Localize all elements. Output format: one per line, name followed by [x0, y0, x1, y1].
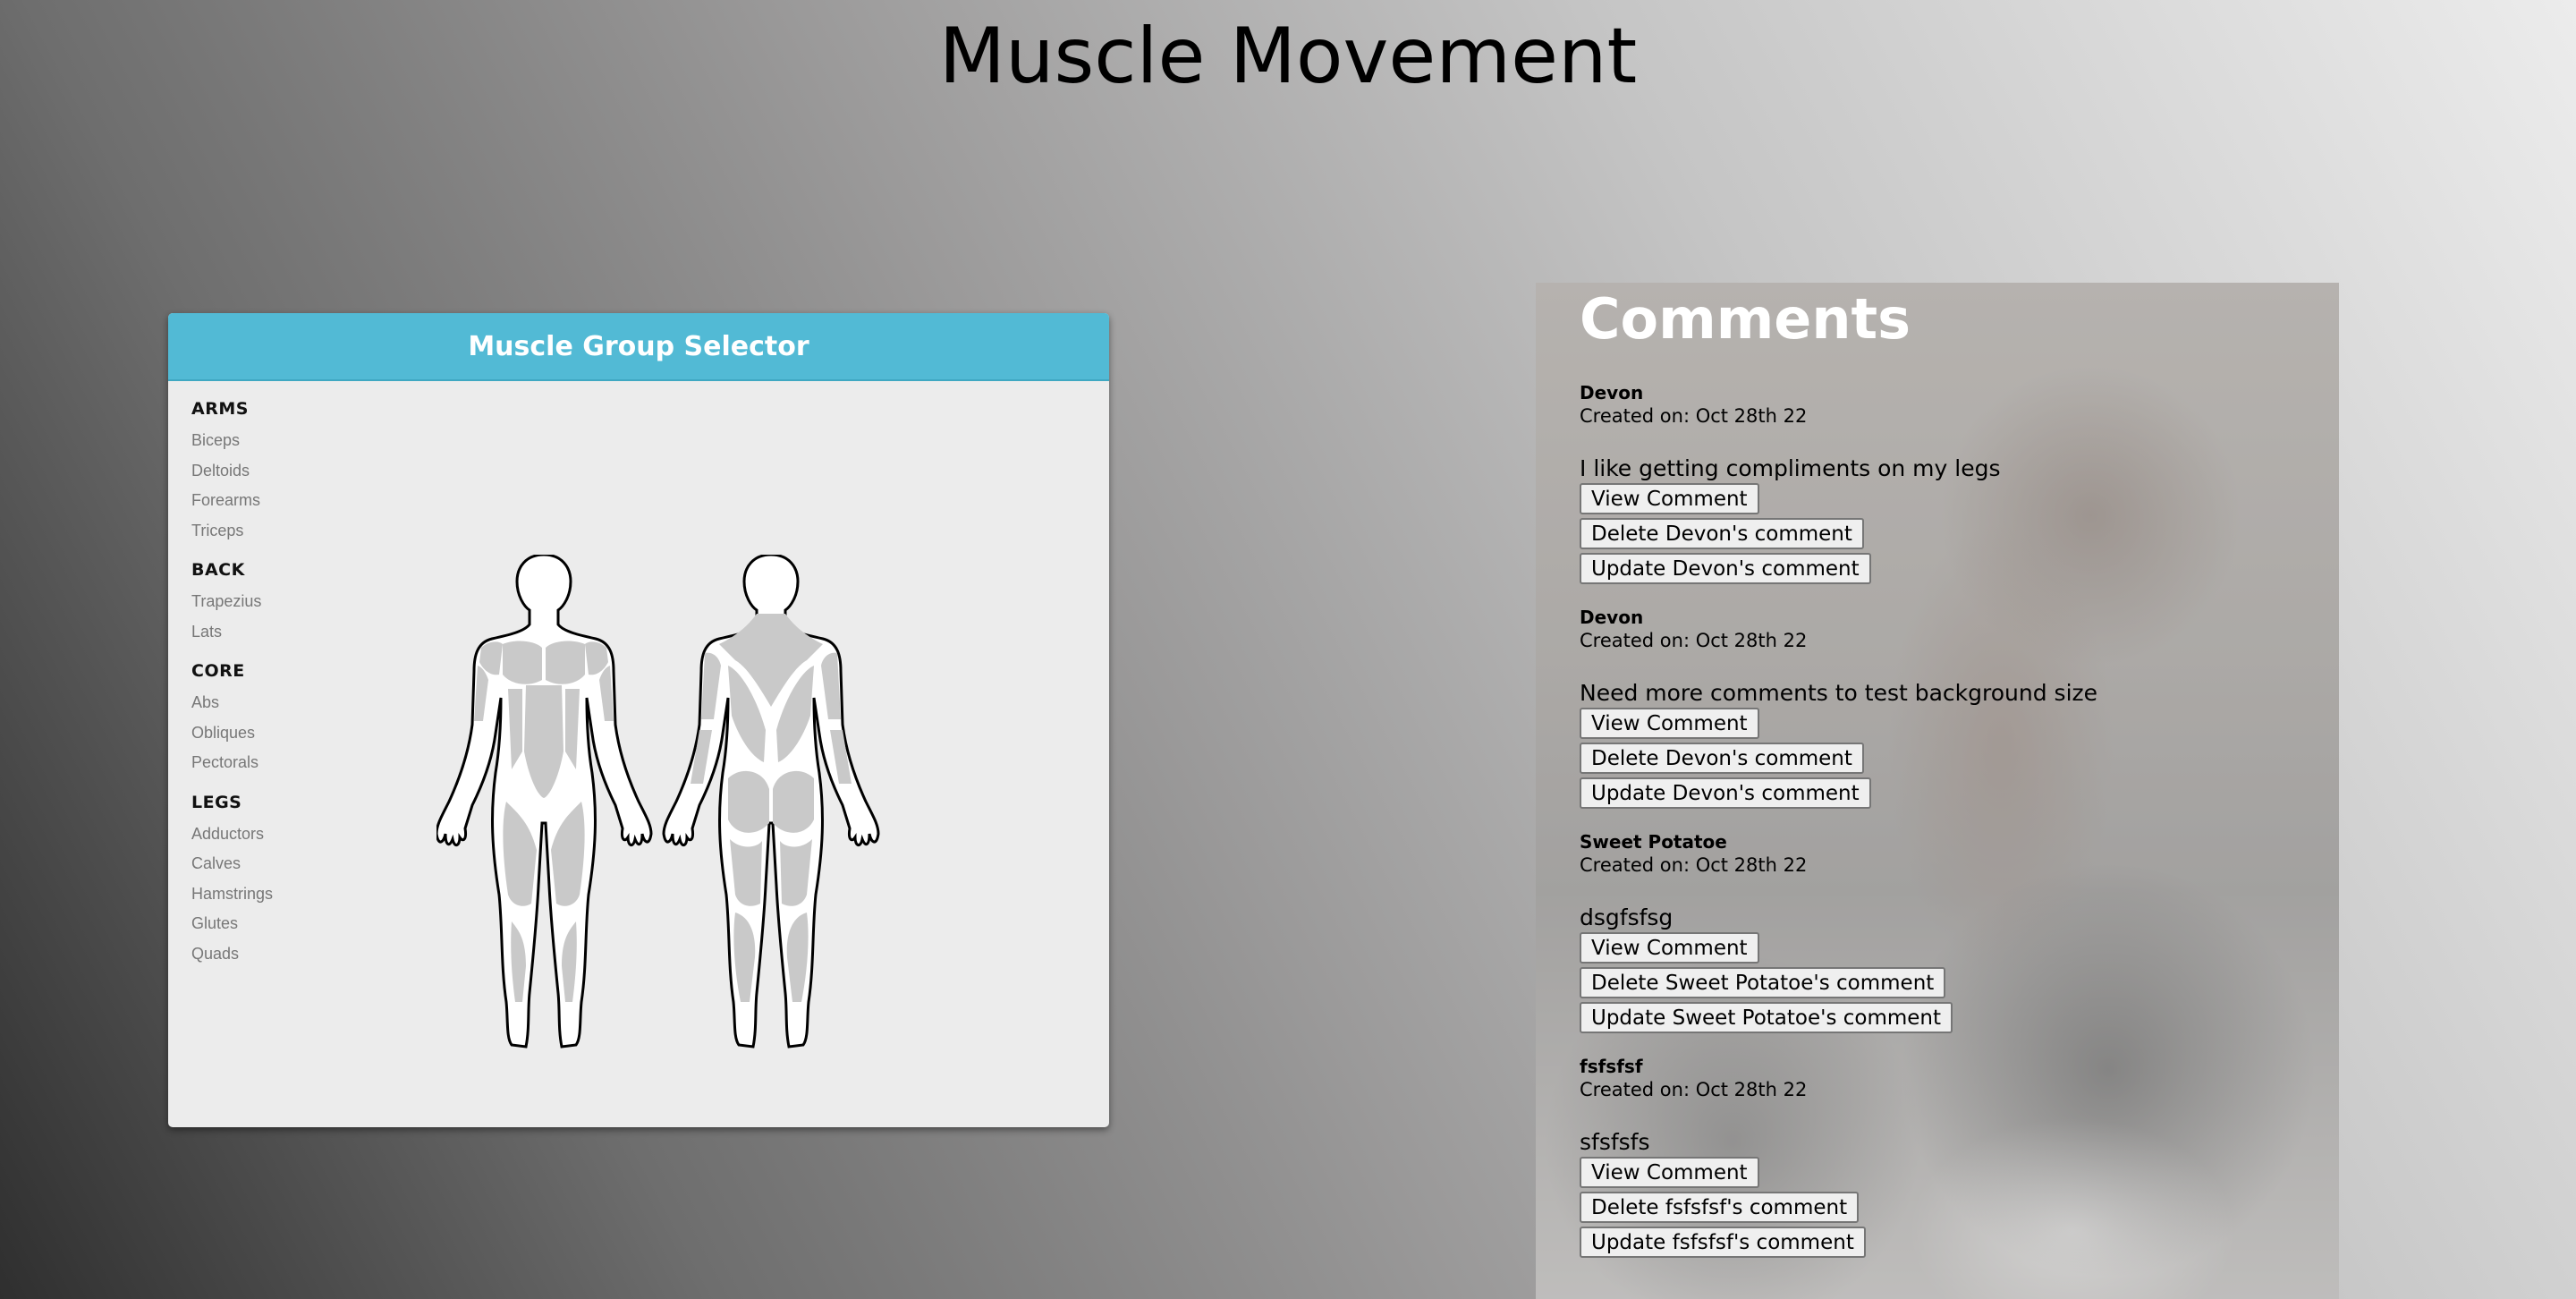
muscle-item-forearms[interactable]: Forearms [191, 486, 273, 516]
update-comment-button[interactable]: Update Sweet Potatoe's comment [1580, 1002, 1953, 1033]
comment-item: Devon Created on: Oct 28th 22 Need more … [1580, 606, 2339, 809]
back-hamstrings-shape [730, 839, 812, 906]
view-comment-button[interactable]: View Comment [1580, 483, 1759, 514]
muscle-item-triceps[interactable]: Triceps [191, 516, 273, 547]
comment-text: dsgfsfsg [1580, 904, 1674, 930]
comment-author: Devon [1580, 607, 1644, 628]
delete-comment-button[interactable]: Delete Sweet Potatoe's comment [1580, 967, 1946, 998]
update-comment-button[interactable]: Update fsfsfsf's comment [1580, 1227, 1866, 1258]
delete-comment-button[interactable]: Delete fsfsfsf's comment [1580, 1192, 1860, 1223]
selector-title: Muscle Group Selector [168, 313, 1109, 381]
view-comment-button[interactable]: View Comment [1580, 708, 1759, 739]
muscle-group-list: ARMS Biceps Deltoids Forearms Triceps BA… [191, 399, 273, 983]
page-title: Muscle Movement [938, 12, 1638, 101]
comment-date: Created on: Oct 28th 22 [1580, 630, 1808, 651]
comments-panel: Comments Devon Created on: Oct 28th 22 I… [1536, 283, 2339, 1299]
muscle-item-adductors[interactable]: Adductors [191, 819, 273, 850]
comment-item: fsfsfsf Created on: Oct 28th 22 sfsfsfs … [1580, 1055, 2339, 1258]
muscle-item-obliques[interactable]: Obliques [191, 718, 273, 749]
group-core: CORE Abs Obliques Pectorals [191, 661, 273, 778]
view-comment-button[interactable]: View Comment [1580, 1157, 1759, 1188]
muscle-item-hamstrings[interactable]: Hamstrings [191, 879, 273, 910]
view-comment-button[interactable]: View Comment [1580, 932, 1759, 964]
delete-comment-button[interactable]: Delete Devon's comment [1580, 743, 1864, 774]
comment-item: Devon Created on: Oct 28th 22 I like get… [1580, 381, 2339, 584]
muscle-item-pectorals[interactable]: Pectorals [191, 748, 273, 778]
muscle-item-glutes[interactable]: Glutes [191, 909, 273, 939]
group-arms: ARMS Biceps Deltoids Forearms Triceps [191, 399, 273, 546]
muscle-item-trapezius[interactable]: Trapezius [191, 587, 273, 617]
comment-author: Sweet Potatoe [1580, 831, 1727, 853]
comment-date: Created on: Oct 28th 22 [1580, 1079, 1808, 1100]
comment-text: I like getting compliments on my legs [1580, 455, 2001, 481]
muscle-item-lats[interactable]: Lats [191, 617, 273, 648]
group-title-legs: LEGS [191, 792, 242, 812]
group-title-core: CORE [191, 661, 245, 681]
muscle-group-selector: Muscle Group Selector ARMS Biceps Deltoi… [168, 313, 1109, 1127]
update-comment-button[interactable]: Update Devon's comment [1580, 553, 1871, 584]
delete-comment-button[interactable]: Delete Devon's comment [1580, 518, 1864, 549]
comment-date: Created on: Oct 28th 22 [1580, 405, 1808, 427]
group-title-arms: ARMS [191, 399, 249, 419]
back-calves-shape [733, 913, 809, 1002]
front-body-outline [436, 555, 653, 1049]
comment-author: Devon [1580, 382, 1644, 403]
group-back: BACK Trapezius Lats [191, 560, 273, 647]
update-comment-button[interactable]: Update Devon's comment [1580, 777, 1871, 809]
muscle-item-deltoids[interactable]: Deltoids [191, 456, 273, 487]
comment-date: Created on: Oct 28th 22 [1580, 854, 1808, 876]
back-body-figure [662, 555, 880, 1049]
comment-text: Need more comments to test background si… [1580, 680, 2098, 706]
comment-text: sfsfsfs [1580, 1129, 1650, 1155]
comment-item: Sweet Potatoe Created on: Oct 28th 22 ds… [1580, 830, 2339, 1033]
muscle-item-abs[interactable]: Abs [191, 688, 273, 718]
comments-heading: Comments [1580, 286, 1911, 352]
body-figures-diagram [436, 555, 880, 1049]
front-body-figure [436, 555, 653, 1049]
comment-author: fsfsfsf [1580, 1056, 1643, 1077]
group-legs: LEGS Adductors Calves Hamstrings Glutes … [191, 793, 273, 970]
muscle-item-biceps[interactable]: Biceps [191, 426, 273, 456]
group-title-back: BACK [191, 560, 245, 580]
muscle-item-quads[interactable]: Quads [191, 939, 273, 970]
muscle-item-calves[interactable]: Calves [191, 849, 273, 879]
